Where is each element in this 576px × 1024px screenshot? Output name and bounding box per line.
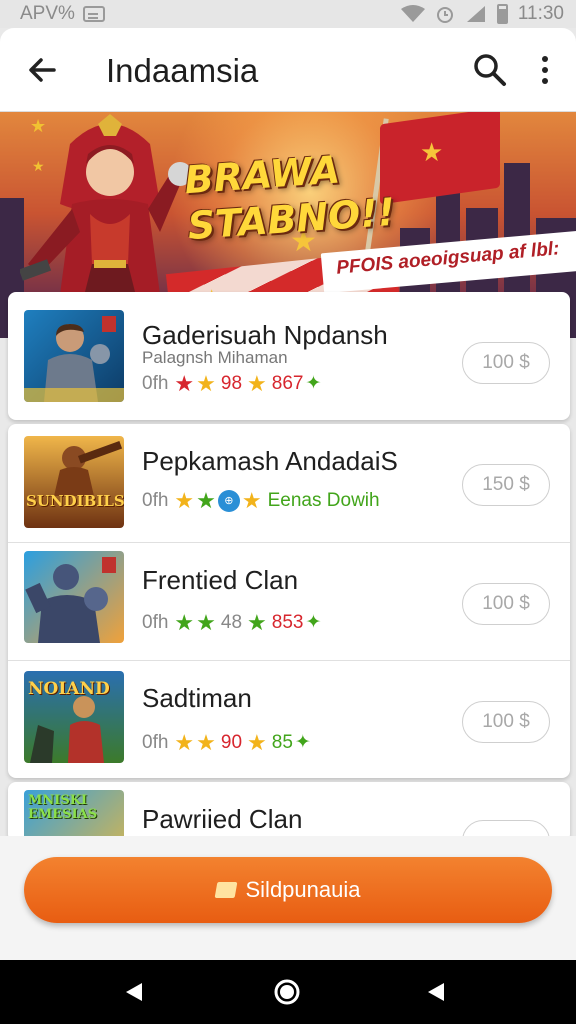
game-thumbnail: [24, 551, 124, 643]
star-icon: ★: [247, 729, 267, 755]
banner-headline: BRAWA STABNO!!: [183, 147, 397, 249]
clock: 11:30: [517, 3, 564, 24]
warrior-image: [54, 440, 123, 496]
star-icon: ★: [196, 370, 216, 396]
thumbnail-caption: NOIAND: [28, 679, 110, 699]
wifi-icon: [400, 5, 425, 22]
ticket-icon: [214, 882, 237, 898]
game-card[interactable]: Gaderisuah Npdansh Palagnsh Mihaman 0fh …: [8, 292, 570, 420]
star-icon: ★: [174, 609, 195, 635]
recents-nav-icon[interactable]: [424, 980, 448, 1004]
star-icon: ★: [241, 488, 262, 513]
home-nav-icon[interactable]: [273, 978, 301, 1006]
back-nav-icon[interactable]: [122, 980, 146, 1004]
battery-icon: [496, 4, 508, 24]
game-title: Gaderisuah Npdansh: [142, 320, 388, 350]
alarm-icon: [436, 7, 453, 23]
game-title: Sadtiman: [142, 683, 252, 713]
star-icon: ★: [420, 137, 444, 167]
list-item[interactable]: SUNDIBILS Pepkamash AndadaiS 0fh ★ ★ ⊕ ★…: [8, 424, 570, 542]
price-button[interactable]: 100 $: [462, 583, 550, 625]
game-title: Frentied Clan: [142, 565, 299, 595]
list-item[interactable]: Frentied Clan 0fh ★ ★ 48 ★ 853 ✦ 100 $: [8, 542, 570, 660]
sparkle-icon: ✦: [305, 612, 322, 633]
list-item[interactable]: MNISKI EMESIAS Pawriied Clan: [8, 782, 570, 842]
game-card[interactable]: MNISKI EMESIAS Pawriied Clan: [8, 782, 570, 842]
star-icon: ★: [174, 488, 195, 513]
list-item[interactable]: NOIAND Sadtiman 0fh ★ ★ 90 ★ 85 ✦ 100 $: [8, 660, 570, 778]
star-icon: ★: [247, 609, 267, 635]
game-thumbnail: [24, 310, 124, 402]
sparkle-icon: ✦: [305, 373, 322, 394]
app-bar: Indaamsia: [0, 28, 576, 112]
rating-row: 0fh ★ ★ 90 ★ 85 ✦: [142, 729, 311, 755]
page-title: Indaamsia: [106, 52, 259, 89]
game-title: Pawriied Clan: [142, 804, 303, 834]
rating-row: 0fh ★ ★ ⊕ ★ Eenas Dowih: [142, 488, 380, 513]
primary-action-button[interactable]: Sildpunauia: [24, 857, 552, 923]
thumbnail-caption: MNISKI EMESIAS: [28, 793, 98, 822]
price-button[interactable]: 150 $: [462, 464, 550, 506]
carrier-label: APV%: [20, 3, 75, 24]
thumbnail-caption: SUNDIBILS: [26, 492, 124, 510]
star-icon: ★: [174, 729, 195, 755]
star-icon: ★: [247, 370, 267, 396]
game-thumbnail: NOIAND: [24, 671, 124, 763]
sparkle-icon: ✦: [294, 732, 311, 753]
price-button[interactable]: 100 $: [462, 701, 550, 743]
status-bar: APV% 11:30: [0, 0, 576, 28]
search-icon[interactable]: [472, 52, 508, 88]
game-thumbnail: MNISKI EMESIAS: [24, 790, 124, 842]
badge-icon: ⊕: [217, 490, 240, 512]
game-list-card: SUNDIBILS Pepkamash AndadaiS 0fh ★ ★ ⊕ ★…: [8, 424, 570, 778]
star-icon: ★: [174, 370, 195, 396]
image-notification-icon: [82, 6, 105, 22]
primary-action-label: Sildpunauia: [245, 877, 361, 902]
signal-icon: [466, 6, 485, 22]
star-icon: ★: [196, 729, 216, 755]
game-subtitle: Palagnsh Mihaman: [142, 348, 288, 367]
rating-row: 0fh ★ ★ 48 ★ 853 ✦: [142, 609, 322, 635]
armored-hero-image: [24, 316, 124, 402]
robot-hero-image: [25, 557, 116, 643]
more-options-icon[interactable]: [530, 52, 560, 88]
list-item[interactable]: Gaderisuah Npdansh Palagnsh Mihaman 0fh …: [8, 292, 570, 420]
star-icon: ★: [196, 609, 216, 635]
game-thumbnail: SUNDIBILS: [24, 436, 124, 528]
star-icon: ★: [196, 488, 216, 513]
price-button[interactable]: 100 $: [462, 342, 550, 384]
rating-row: 0fh ★ ★ 98 ★ 867 ✦: [142, 370, 322, 396]
back-arrow-icon[interactable]: [24, 52, 60, 88]
system-nav-bar: [0, 960, 576, 1024]
game-title: Pepkamash AndadaiS: [142, 446, 398, 476]
